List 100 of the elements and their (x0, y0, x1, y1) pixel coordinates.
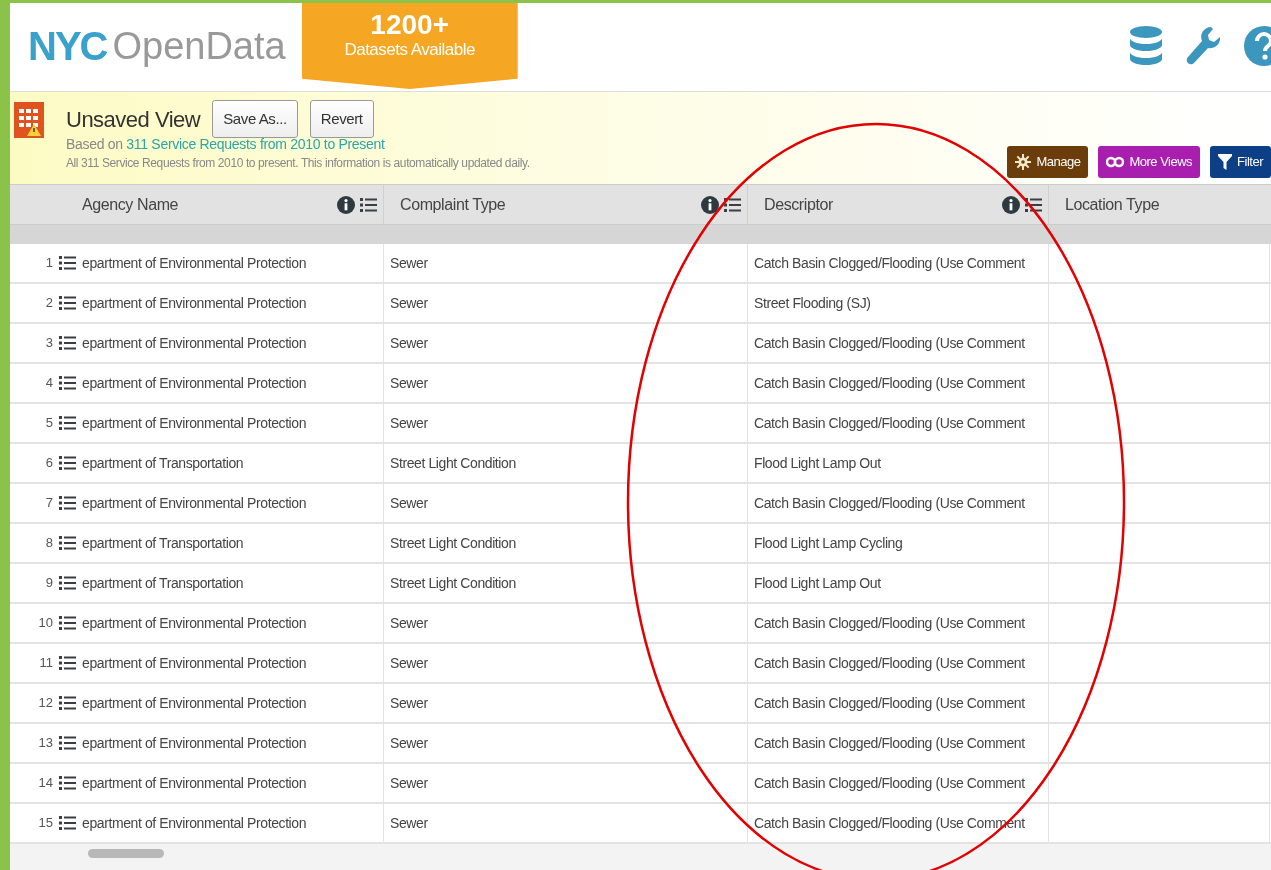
table-cell: Street Light Condition (383, 524, 747, 562)
view-button[interactable]: Save As... (212, 100, 298, 138)
view-title: Unsaved View (66, 105, 201, 134)
table-cell-text: epartment of Environmental Protection (81, 253, 308, 273)
table-cell: Sewer (383, 364, 747, 402)
table-cell: Sewer (383, 724, 747, 762)
table-cell: Street Light Condition (383, 564, 747, 602)
column-header[interactable]: Descriptor (747, 185, 1048, 224)
table-cell-text: epartment of Transportation (81, 573, 245, 593)
row-menu-icon[interactable] (59, 536, 76, 550)
row-menu-icon[interactable] (59, 576, 76, 590)
table-cell: Sewer (383, 484, 747, 522)
table-cell: Catch Basin Clogged/Flooding (Use Comment (747, 324, 1048, 362)
row-number: 7 (45, 494, 53, 513)
table-cell: Catch Basin Clogged/Flooding (Use Comment (747, 644, 1048, 682)
table-cell: Street Flooding (SJ) (747, 284, 1048, 322)
column-menu-icon[interactable] (360, 197, 377, 212)
column-header[interactable]: Complaint Type (383, 185, 747, 224)
table-cell: Flood Light Lamp Out (747, 444, 1048, 482)
row-number: 9 (45, 574, 53, 593)
unsaved-view-icon (14, 102, 44, 138)
logo-mark: NYC (28, 25, 107, 66)
table-cell: Catch Basin Clogged/Flooding (Use Comment (747, 724, 1048, 762)
row-number: 11 (39, 654, 53, 673)
table-cell-text: epartment of Environmental Protection (81, 373, 308, 393)
filter-icon (1218, 153, 1233, 171)
view-button[interactable]: Revert (309, 100, 374, 138)
row-menu-icon[interactable] (59, 296, 76, 310)
database-icon[interactable] (1129, 24, 1163, 67)
row-number: 14 (38, 774, 53, 793)
row-number: 1 (45, 254, 53, 273)
table-cell-text: epartment of Transportation (81, 453, 245, 473)
horizontal-scrollbar-thumb[interactable] (88, 848, 164, 858)
info-icon[interactable] (701, 195, 719, 214)
table-cell: Sewer (383, 604, 747, 642)
action-button[interactable]: Manage (1007, 146, 1089, 178)
row-number: 6 (45, 454, 53, 473)
row-menu-icon[interactable] (59, 616, 76, 630)
dataset-description: All 311 Service Requests from 2010 to present. This information is automatically updated daily. (66, 154, 530, 172)
help-icon[interactable] (1243, 24, 1271, 67)
row-number: 3 (45, 334, 53, 353)
table-cell: Sewer (383, 684, 747, 722)
info-icon[interactable] (1002, 195, 1020, 214)
row-number: 8 (45, 534, 53, 553)
table-cell-text: epartment of Environmental Protection (81, 293, 308, 313)
row-number: 13 (38, 734, 53, 753)
table-cell-text: epartment of Environmental Protection (81, 333, 308, 353)
row-menu-icon[interactable] (59, 736, 76, 750)
table-cell: Sewer (383, 644, 747, 682)
row-number: 2 (45, 294, 53, 313)
row-menu-icon[interactable] (59, 496, 76, 510)
column-header[interactable]: Location Type (1048, 185, 1270, 224)
column-menu-icon[interactable] (724, 197, 741, 212)
dataset-count: 1200+ (370, 11, 449, 39)
action-button[interactable]: Filter (1210, 146, 1271, 178)
table-cell: Sewer (383, 804, 747, 842)
table-cell: Sewer (383, 324, 747, 362)
table-cell: Flood Light Lamp Out (747, 564, 1048, 602)
table-cell: Catch Basin Clogged/Flooding (Use Comment (747, 244, 1048, 282)
row-menu-icon[interactable] (59, 816, 76, 830)
table-cell: Catch Basin Clogged/Flooding (Use Comment (747, 604, 1048, 642)
wrench-icon[interactable] (1185, 24, 1221, 67)
row-number: 10 (38, 614, 53, 633)
binoculars-icon (1106, 156, 1125, 168)
table-cell-text: epartment of Transportation (81, 533, 245, 553)
table-cell: Flood Light Lamp Cycling (747, 524, 1048, 562)
row-menu-icon[interactable] (59, 416, 76, 430)
based-on-text: Based on 311 Service Requests from 2010 to Present (66, 136, 386, 154)
column-header[interactable]: Agency Name (80, 185, 383, 224)
row-menu-icon[interactable] (59, 456, 76, 470)
row-menu-icon[interactable] (59, 256, 76, 270)
logo-name: OpenData (112, 26, 286, 65)
row-menu-icon[interactable] (59, 696, 76, 710)
row-menu-icon[interactable] (59, 336, 76, 350)
table-cell: Sewer (383, 284, 747, 322)
row-menu-icon[interactable] (59, 376, 76, 390)
table-cell: Catch Basin Clogged/Flooding (Use Comment (747, 364, 1048, 402)
info-icon[interactable] (337, 195, 355, 214)
dataset-caption: Datasets Available (344, 39, 475, 61)
table-cell-text: epartment of Environmental Protection (81, 493, 308, 513)
table-cell: Sewer (383, 404, 747, 442)
row-menu-icon[interactable] (59, 776, 76, 790)
gear-icon (1015, 154, 1032, 170)
row-menu-icon[interactable] (59, 656, 76, 670)
table-cell: Catch Basin Clogged/Flooding (Use Comment (747, 764, 1048, 802)
table-cell-text: epartment of Environmental Protection (81, 813, 308, 833)
row-number: 12 (38, 694, 53, 713)
table-cell: Street Light Condition (383, 444, 747, 482)
action-button[interactable]: More Views (1098, 146, 1201, 178)
table-cell: Catch Basin Clogged/Flooding (Use Comment (747, 484, 1048, 522)
table-cell-text: epartment of Environmental Protection (81, 773, 308, 793)
table-cell-text: epartment of Environmental Protection (81, 613, 308, 633)
table-cell-text: epartment of Environmental Protection (81, 653, 308, 673)
row-number: 15 (38, 814, 53, 833)
table-cell: Catch Basin Clogged/Flooding (Use Comment (747, 404, 1048, 442)
table-cell: Sewer (383, 244, 747, 282)
row-number: 5 (45, 414, 53, 433)
column-menu-icon[interactable] (1025, 197, 1042, 212)
row-number: 4 (45, 374, 53, 393)
table-cell: Catch Basin Clogged/Flooding (Use Comment (747, 684, 1048, 722)
